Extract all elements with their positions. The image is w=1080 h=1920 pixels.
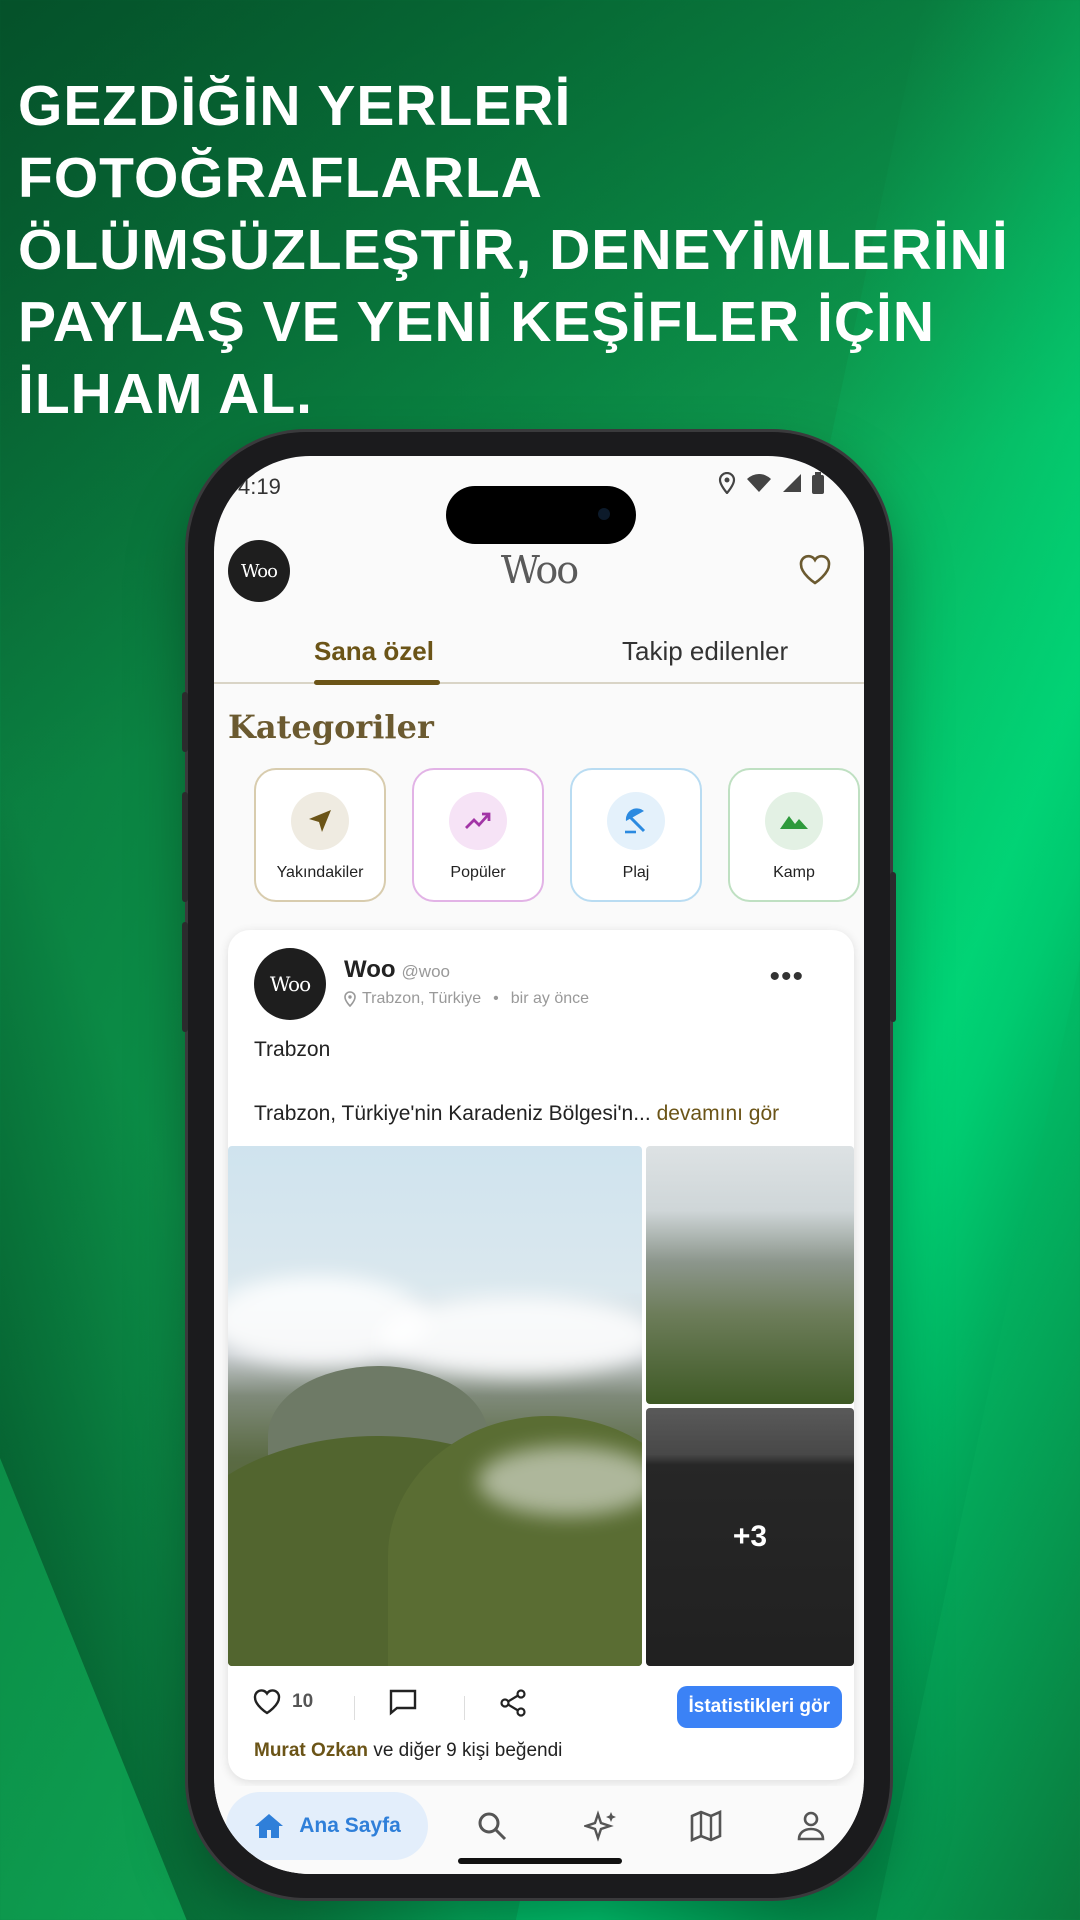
volume-down-button (182, 922, 188, 1032)
phone-screen: 4:19 Woo Woo Sana özel Takip edilenler K… (214, 456, 864, 1874)
tab-for-you[interactable]: Sana özel (314, 636, 434, 667)
post-body: Trabzon, Türkiye'nin Karadeniz Bölgesi'n… (254, 1102, 779, 1126)
like-count: 10 (292, 1691, 314, 1712)
home-icon (255, 1814, 284, 1838)
beach-umbrella-icon (607, 792, 665, 850)
brand-logo: Woo (500, 548, 579, 592)
category-label: Kamp (773, 864, 815, 881)
volume-up-button (182, 792, 188, 902)
front-camera (598, 508, 610, 520)
phone-frame: 4:19 Woo Woo Sana özel Takip edilenler K… (182, 432, 896, 1898)
more-photos-count: +3 (646, 1408, 854, 1666)
tab-following[interactable]: Takip edilenler (622, 636, 788, 667)
nav-home-label: Ana Sayfa (299, 1814, 401, 1837)
post-body-text: Trabzon, Türkiye'nin Karadeniz Bölgesi'n… (254, 1102, 651, 1125)
post-author-name[interactable]: Woo @woo (344, 956, 450, 984)
share-icon (500, 1689, 526, 1717)
author-handle: @woo (401, 962, 450, 981)
read-more-link[interactable]: devamını gör (657, 1102, 780, 1125)
post-time: bir ay önce (510, 990, 590, 1007)
like-button[interactable]: 10 (252, 1688, 313, 1716)
profile-icon[interactable] (796, 1810, 826, 1842)
photo-cloud (378, 1296, 642, 1376)
home-indicator (458, 1858, 622, 1864)
active-tab-indicator (314, 680, 440, 685)
category-camp[interactable]: Kamp (728, 768, 860, 902)
post-meta: Trabzon, Türkiye • bir ay önce (344, 990, 589, 1008)
divider (464, 1696, 465, 1720)
post-author-avatar[interactable]: Woo (254, 948, 326, 1020)
mountain-icon (765, 792, 823, 850)
liker-name[interactable]: Murat Ozkan (254, 1740, 368, 1761)
divider (354, 1696, 355, 1720)
likes-rest: ve diğer 9 kişi beğendi (373, 1740, 563, 1761)
feed-tabs: Sana özel Takip edilenler (214, 626, 864, 685)
bottom-navigation: Ana Sayfa (214, 1786, 864, 1874)
post-photo-more[interactable]: +3 (646, 1408, 854, 1666)
category-popular[interactable]: Popüler (412, 768, 544, 902)
meta-dot: • (493, 990, 499, 1007)
category-label: Popüler (450, 864, 506, 881)
mute-switch (182, 692, 188, 752)
likes-summary: Murat Ozkan ve diğer 9 kişi beğendi (254, 1740, 562, 1762)
comment-button[interactable] (388, 1688, 418, 1716)
post-photo-secondary[interactable] (646, 1146, 854, 1404)
comment-icon (389, 1689, 417, 1716)
post-actions: 10 İstatistikleri gör (228, 1678, 854, 1728)
app-header: Woo Woo (214, 526, 864, 616)
post-photo-main[interactable] (228, 1146, 642, 1666)
category-nearby[interactable]: Yakındakiler (254, 768, 386, 902)
author-name-text: Woo (344, 956, 396, 983)
signal-icon (783, 474, 801, 492)
category-label: Yakındakiler (276, 864, 364, 881)
location-icon (718, 472, 736, 494)
wifi-icon (747, 474, 771, 492)
headline-line: İLHAM AL. (18, 362, 314, 426)
battery-icon (812, 472, 824, 494)
category-beach[interactable]: Plaj (570, 768, 702, 902)
nav-home[interactable]: Ana Sayfa (226, 1792, 428, 1860)
heart-icon[interactable] (798, 554, 832, 586)
categories-list: Yakındakiler Popüler Plaj Kamp (254, 768, 860, 902)
search-icon[interactable] (476, 1810, 508, 1842)
view-stats-button[interactable]: İstatistikleri gör (676, 1686, 842, 1728)
post-card: Woo Woo @woo Trabzon, Türkiye • bir ay ön… (228, 930, 854, 1780)
status-time: 4:19 (238, 474, 281, 499)
trending-up-icon (449, 792, 507, 850)
headline-line: PAYLAŞ VE YENİ KEŞİFLER İÇİN (18, 290, 935, 354)
share-button[interactable] (498, 1688, 528, 1718)
map-icon[interactable] (690, 1810, 722, 1842)
headline-line: GEZDİĞİN YERLERİ FOTOĞRAFLARLA (18, 74, 572, 210)
post-location: Trabzon, Türkiye (362, 990, 482, 1007)
post-photo-grid: +3 (228, 1146, 854, 1666)
more-options-icon[interactable]: ••• (769, 960, 804, 994)
headline-line: ÖLÜMSÜZLEŞTİR, DENEYİMLERİNİ (18, 218, 1009, 282)
sparkles-icon[interactable] (584, 1810, 618, 1844)
location-pin-icon (344, 991, 356, 1007)
category-label: Plaj (622, 864, 650, 881)
navigation-arrow-icon (291, 792, 349, 850)
post-title: Trabzon (254, 1038, 331, 1061)
heart-outline-icon (253, 1689, 281, 1715)
promo-headline: GEZDİĞİN YERLERİ FOTOĞRAFLARLA ÖLÜMSÜZLE… (18, 70, 1068, 430)
categories-title: Kategoriler (228, 708, 434, 746)
power-button (890, 872, 896, 1022)
status-icons (718, 472, 824, 494)
